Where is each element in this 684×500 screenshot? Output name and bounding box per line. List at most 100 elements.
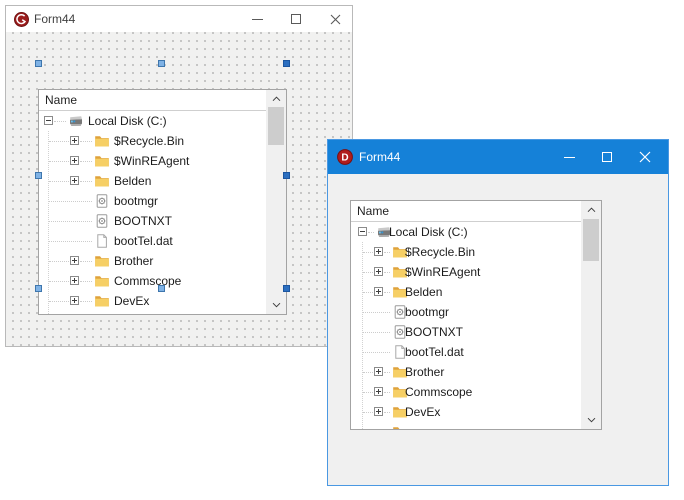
minimize-button[interactable] [241,6,273,32]
tree-row[interactable]: $WinREAgent [351,262,581,282]
expand-toggle-minus[interactable] [358,227,367,236]
scroll-up-button[interactable] [581,202,601,218]
tree-connector [363,312,390,313]
tree-connector [49,181,69,182]
tree-item-label: DevEx [114,291,149,311]
tree-connector [80,261,92,262]
tree-item-label: $WinREAgent [114,151,189,171]
expand-toggle-plus[interactable] [70,256,79,265]
expand-toggle-minus[interactable] [44,116,53,125]
window-title: Form44 [34,12,75,26]
designer-titlebar[interactable]: Form44 [6,6,352,32]
maximize-button[interactable] [588,140,626,174]
tree-column-header[interactable]: Name [351,201,581,222]
runtime-titlebar[interactable]: D Form44 [328,140,668,174]
selection-handle-se[interactable] [283,285,290,292]
expand-toggle-plus[interactable] [70,176,79,185]
tree-item-label: bootTel.dat [405,342,464,362]
tree-row[interactable]: bootTel.dat [39,231,266,251]
folder-icon [94,133,110,149]
selection-handle-sw[interactable] [35,285,42,292]
tree-row[interactable]: bootmgr [39,191,266,211]
expand-toggle-plus[interactable] [374,407,383,416]
treeview-design: Name Local Disk (C:) $Recycle.Bin $WinRE… [38,89,287,315]
tree-item-label: BOOTNXT [405,322,463,342]
scroll-down-button[interactable] [266,297,286,313]
tree-row[interactable]: BOOTNXT [351,322,581,342]
tree-row-partial[interactable] [351,422,581,429]
expand-toggle-plus[interactable] [70,136,79,145]
expand-toggle-plus[interactable] [70,276,79,285]
scroll-down-button[interactable] [581,412,601,428]
tree-connector [80,281,92,282]
expand-toggle-plus[interactable] [70,156,79,165]
minimize-icon [564,157,575,158]
runtime-window: D Form44 Name Local Disk (C:) $Recycle.B… [327,139,669,486]
folder-icon [94,153,110,169]
expand-toggle-plus[interactable] [374,247,383,256]
tree-connector [49,221,92,222]
tree-item-label: bootmgr [405,302,449,322]
chevron-down-icon [587,417,596,423]
tree-row[interactable]: BOOTNXT [39,211,266,231]
expand-toggle-plus[interactable] [374,287,383,296]
folder-icon [392,424,408,429]
selection-handle-n[interactable] [158,60,165,67]
selection-handle-nw[interactable] [35,60,42,67]
vertical-scrollbar[interactable] [266,90,286,314]
form-design-surface[interactable]: Name Local Disk (C:) $Recycle.Bin $WinRE… [6,32,352,346]
tree-connector [80,161,92,162]
tree-item-label: $Recycle.Bin [405,242,475,262]
tree-item-label: Commscope [405,382,472,402]
tree-row[interactable]: Belden [39,171,266,191]
tree-connector [363,412,373,413]
tree-row[interactable]: Commscope [351,382,581,402]
tree-connector [49,201,92,202]
tree-row[interactable]: $Recycle.Bin [39,131,266,151]
scroll-thumb[interactable] [583,219,599,261]
close-button[interactable] [319,6,351,32]
tree-row[interactable]: Local Disk (C:) [351,222,581,242]
close-button[interactable] [626,140,664,174]
tree-row[interactable]: Belden [351,282,581,302]
tree-connector [362,242,363,429]
tree-row[interactable]: $Recycle.Bin [351,242,581,262]
tree-item-label: $Recycle.Bin [114,131,184,151]
tree-row[interactable]: Brother [351,362,581,382]
tree-connector [80,141,92,142]
svg-text:D: D [341,153,348,164]
tree-row[interactable]: Commscope [39,271,266,291]
minimize-button[interactable] [550,140,588,174]
tree-item-label: $WinREAgent [405,262,480,282]
tree-row[interactable]: Brother [39,251,266,271]
tree-connector [384,272,390,273]
tree-row[interactable]: $WinREAgent [39,151,266,171]
tree-row[interactable]: DevEx [351,402,581,422]
selection-handle-e[interactable] [283,172,290,179]
tree-item-label: Local Disk (C:) [389,222,468,242]
tree-connector [384,372,390,373]
expand-toggle-plus[interactable] [374,367,383,376]
tree-row[interactable]: bootmgr [351,302,581,322]
vertical-scrollbar[interactable] [581,201,601,429]
selection-handle-ne[interactable] [283,60,290,67]
tree-column-header[interactable]: Name [39,90,266,111]
tree-row-partial[interactable] [39,311,266,314]
tree-item-label: Brother [405,362,444,382]
expand-toggle-plus[interactable] [374,387,383,396]
tree-item-label: Commscope [114,271,181,291]
expand-toggle-plus[interactable] [70,296,79,305]
selection-handle-s[interactable] [158,285,165,292]
maximize-button[interactable] [280,6,312,32]
expand-toggle-plus[interactable] [374,267,383,276]
tree-row[interactable]: bootTel.dat [351,342,581,362]
scroll-up-button[interactable] [266,91,286,107]
selection-handle-w[interactable] [35,172,42,179]
tree-row[interactable]: Local Disk (C:) [39,111,266,131]
close-icon [639,151,651,163]
minimize-icon [252,19,263,20]
tree-connector [384,412,390,413]
scroll-thumb[interactable] [268,107,284,145]
tree-connector [384,392,390,393]
tree-row[interactable]: DevEx [39,291,266,311]
